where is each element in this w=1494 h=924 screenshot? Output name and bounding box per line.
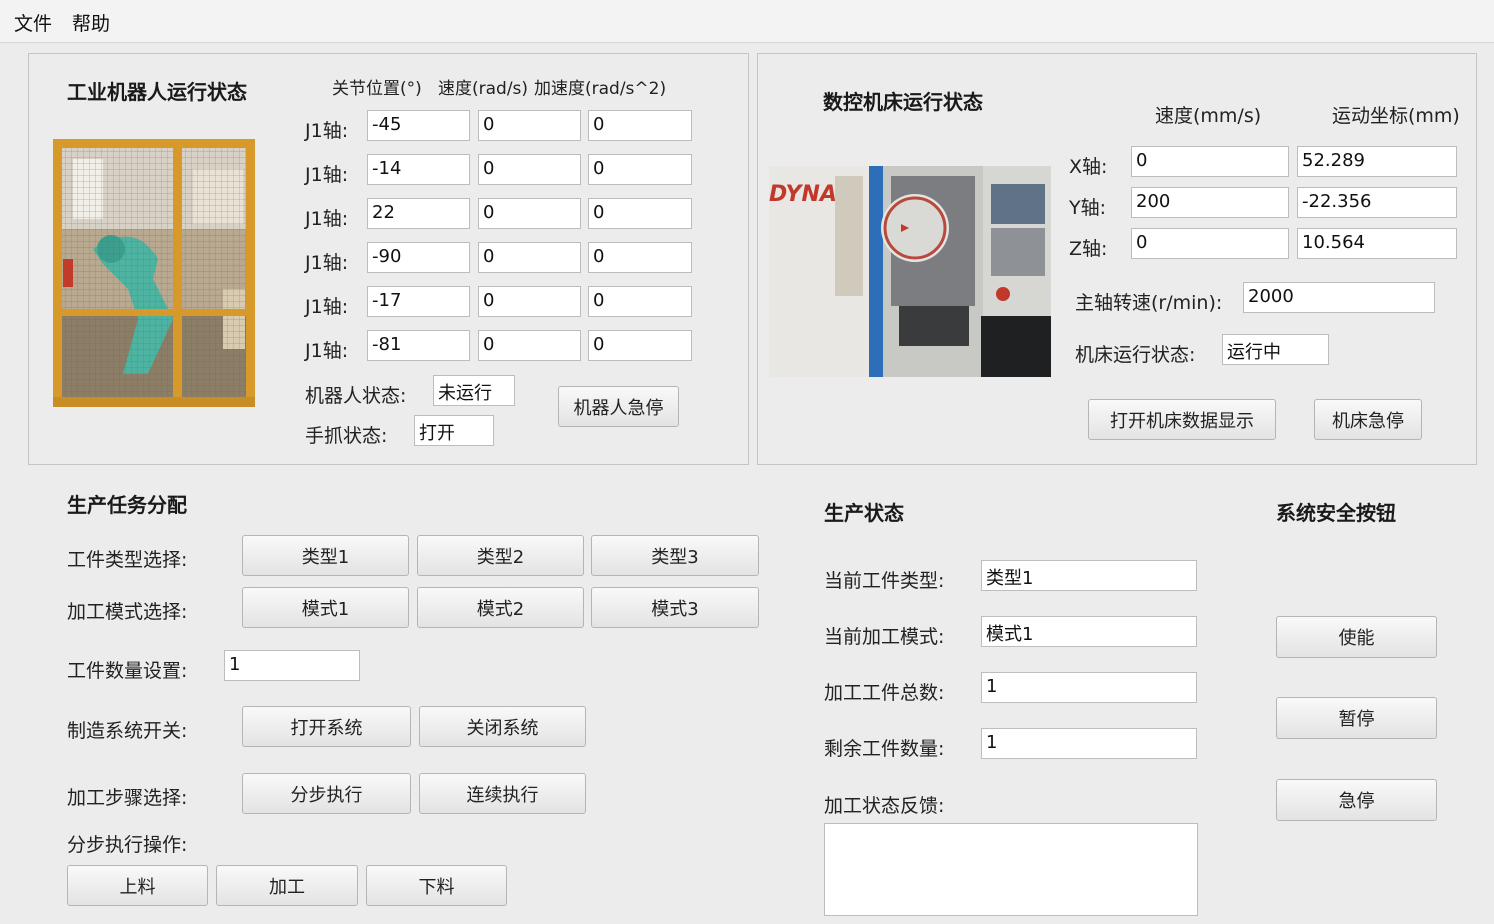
joint-speed-field[interactable]: 0: [478, 154, 581, 185]
joint-position-field[interactable]: -45: [367, 110, 470, 141]
cnc-estop-button[interactable]: 机床急停: [1314, 399, 1422, 440]
total-count-label: 加工工件总数:: [824, 682, 945, 704]
open-system-button[interactable]: 打开系统: [242, 706, 411, 747]
gripper-status-label: 手抓状态:: [305, 425, 388, 447]
cnc-axis-speed-field[interactable]: 200: [1131, 187, 1289, 218]
spindle-speed-field[interactable]: 2000: [1243, 282, 1435, 313]
close-system-button[interactable]: 关闭系统: [419, 706, 586, 747]
joint-accel-field[interactable]: 0: [588, 198, 692, 229]
workpiece-count-input[interactable]: 1: [224, 650, 360, 681]
type-2-button[interactable]: 类型2: [417, 535, 584, 576]
joint-speed-field[interactable]: 0: [478, 330, 581, 361]
joint-position-field[interactable]: -90: [367, 242, 470, 273]
unload-button[interactable]: 下料: [366, 865, 507, 906]
spindle-speed-label: 主轴转速(r/min):: [1075, 292, 1223, 314]
production-status-title: 生产状态: [824, 501, 904, 525]
cnc-axis-speed-field[interactable]: 0: [1131, 146, 1289, 177]
current-type-field[interactable]: 类型1: [981, 560, 1197, 591]
robot-photo: [53, 139, 255, 407]
load-button[interactable]: 上料: [67, 865, 208, 906]
step-operations-label: 分步执行操作:: [67, 834, 188, 856]
joint-position-field[interactable]: -14: [367, 154, 470, 185]
cnc-axis-coord-field[interactable]: 52.289: [1297, 146, 1457, 177]
joint-accel-field[interactable]: 0: [588, 242, 692, 273]
joint-position-field[interactable]: -81: [367, 330, 470, 361]
joint-label: J1轴:: [305, 208, 349, 230]
process-button[interactable]: 加工: [216, 865, 358, 906]
open-cnc-data-button[interactable]: 打开机床数据显示: [1088, 399, 1276, 440]
workpiece-count-label: 工件数量设置:: [67, 660, 188, 682]
robot-col-accel: 加速度(rad/s^2): [534, 79, 667, 99]
joint-speed-field[interactable]: 0: [478, 198, 581, 229]
cnc-run-status-label: 机床运行状态:: [1075, 344, 1196, 366]
cnc-axis-coord-field[interactable]: -22.356: [1297, 187, 1457, 218]
joint-accel-field[interactable]: 0: [588, 110, 692, 141]
joint-accel-field[interactable]: 0: [588, 330, 692, 361]
menu-file[interactable]: 文件: [14, 9, 52, 36]
joint-label: J1轴:: [305, 120, 349, 142]
robot-panel-title: 工业机器人运行状态: [67, 80, 247, 104]
mode-1-button[interactable]: 模式1: [242, 587, 409, 628]
workpiece-type-label: 工件类型选择:: [67, 549, 188, 571]
current-mode-field[interactable]: 模式1: [981, 616, 1197, 647]
cnc-axis-label: Z轴:: [1069, 238, 1108, 260]
current-type-label: 当前工件类型:: [824, 570, 945, 592]
cnc-col-speed: 速度(mm/s): [1155, 105, 1262, 127]
cnc-axis-label: Y轴:: [1069, 197, 1107, 219]
emergency-stop-button[interactable]: 急停: [1276, 779, 1437, 821]
joint-accel-field[interactable]: 0: [588, 286, 692, 317]
joint-speed-field[interactable]: 0: [478, 286, 581, 317]
joint-label: J1轴:: [305, 340, 349, 362]
safety-section-title: 系统安全按钮: [1276, 501, 1396, 525]
joint-label: J1轴:: [305, 296, 349, 318]
process-feedback-textarea[interactable]: [824, 823, 1198, 916]
joint-speed-field[interactable]: 0: [478, 242, 581, 273]
current-mode-label: 当前加工模式:: [824, 626, 945, 648]
robot-status-field[interactable]: 未运行: [433, 375, 515, 406]
process-mode-label: 加工模式选择:: [67, 601, 188, 623]
mode-3-button[interactable]: 模式3: [591, 587, 759, 628]
remaining-count-field[interactable]: 1: [981, 728, 1197, 759]
task-section-title: 生产任务分配: [67, 493, 187, 517]
pause-button[interactable]: 暂停: [1276, 697, 1437, 739]
robot-status-label: 机器人状态:: [305, 385, 407, 407]
type-1-button[interactable]: 类型1: [242, 535, 409, 576]
cnc-machine-photo: DYNA: [769, 166, 1051, 377]
joint-speed-field[interactable]: 0: [478, 110, 581, 141]
robot-estop-button[interactable]: 机器人急停: [558, 386, 679, 427]
total-count-field[interactable]: 1: [981, 672, 1197, 703]
joint-position-field[interactable]: 22: [367, 198, 470, 229]
enable-button[interactable]: 使能: [1276, 616, 1437, 658]
cnc-run-status-field[interactable]: 运行中: [1222, 334, 1329, 365]
process-step-label: 加工步骤选择:: [67, 787, 188, 809]
menu-bar: 文件 帮助: [0, 0, 1494, 43]
process-feedback-label: 加工状态反馈:: [824, 795, 945, 817]
step-execute-button[interactable]: 分步执行: [242, 773, 411, 814]
cnc-axis-label: X轴:: [1069, 156, 1108, 178]
type-3-button[interactable]: 类型3: [591, 535, 759, 576]
joint-label: J1轴:: [305, 252, 349, 274]
menu-help[interactable]: 帮助: [72, 9, 110, 36]
remaining-count-label: 剩余工件数量:: [824, 738, 945, 760]
cnc-panel-title: 数控机床运行状态: [823, 90, 983, 114]
gripper-status-field[interactable]: 打开: [414, 415, 494, 446]
joint-label: J1轴:: [305, 164, 349, 186]
robot-col-position: 关节位置(°): [332, 79, 422, 99]
mode-2-button[interactable]: 模式2: [417, 587, 584, 628]
cnc-axis-coord-field[interactable]: 10.564: [1297, 228, 1457, 259]
joint-accel-field[interactable]: 0: [588, 154, 692, 185]
continuous-execute-button[interactable]: 连续执行: [419, 773, 586, 814]
robot-col-speed: 速度(rad/s): [438, 79, 529, 99]
cnc-col-coord: 运动坐标(mm): [1332, 105, 1460, 127]
cnc-axis-speed-field[interactable]: 0: [1131, 228, 1289, 259]
system-switch-label: 制造系统开关:: [67, 720, 188, 742]
joint-position-field[interactable]: -17: [367, 286, 470, 317]
cnc-brand-logo: DYNA: [769, 182, 837, 207]
